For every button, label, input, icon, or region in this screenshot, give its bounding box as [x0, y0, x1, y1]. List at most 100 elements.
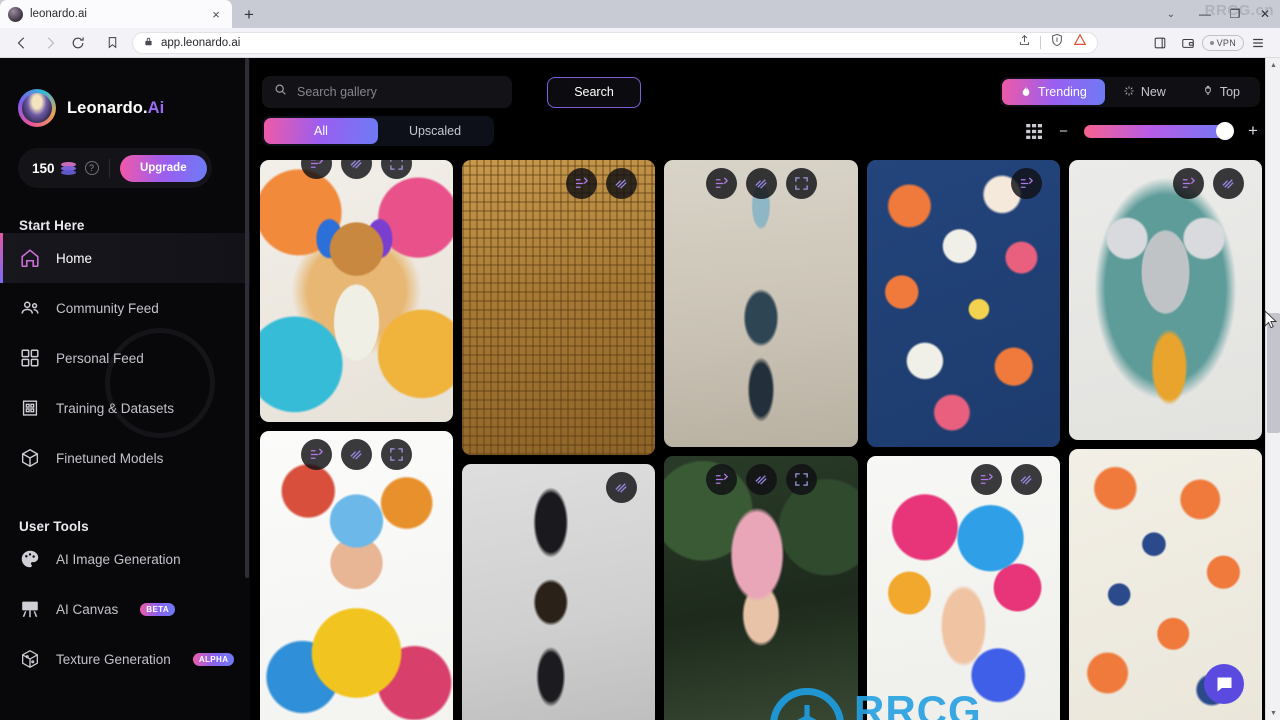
minimize-button[interactable]: —: [1190, 0, 1220, 28]
remix-icon[interactable]: [566, 168, 598, 199]
card-artwork: [866, 456, 1060, 720]
remix-icon[interactable]: [1010, 168, 1042, 199]
new-tab-button[interactable]: +: [235, 2, 263, 28]
page-scrollbar[interactable]: ▲ ▼: [1265, 58, 1280, 720]
filter-tab-group: All Upscaled: [262, 116, 494, 146]
card-artwork: [260, 431, 454, 720]
close-icon[interactable]: ×: [208, 6, 224, 22]
brave-wallet-icon[interactable]: [1174, 30, 1202, 56]
remix-icon[interactable]: [705, 464, 737, 495]
section-title-start-here: Start Here: [19, 218, 85, 233]
card-actions: [867, 464, 1042, 495]
gallery-card-rainbow-hair[interactable]: [866, 456, 1060, 720]
omnibox-actions: [1018, 33, 1087, 52]
variations-icon[interactable]: [745, 168, 777, 199]
gallery-card-papyrus[interactable]: [462, 160, 656, 455]
page-viewport: Leonardo.Ai 150 ? Upgrade Start Here Hom…: [0, 58, 1280, 720]
scroll-up-icon[interactable]: ▲: [1266, 58, 1280, 72]
sidebar-item-label: AI Image Generation: [56, 551, 181, 567]
variations-icon[interactable]: [606, 168, 638, 199]
variations-icon[interactable]: [341, 439, 373, 470]
flame-icon: [1020, 85, 1032, 100]
vpn-status-dot: [1209, 40, 1214, 45]
brand-name-accent: Ai: [147, 98, 165, 117]
expand-icon[interactable]: [381, 439, 413, 470]
search-button[interactable]: Search: [547, 76, 641, 108]
scroll-down-icon[interactable]: ▼: [1266, 706, 1280, 720]
variations-icon[interactable]: [1010, 464, 1042, 495]
grid-density-icon[interactable]: [1026, 123, 1043, 139]
sidebar-item-label: Community Feed: [56, 300, 159, 316]
zoom-out-button[interactable]: −: [1057, 123, 1070, 140]
remix-icon[interactable]: [301, 160, 333, 179]
bookmark-icon[interactable]: [98, 30, 126, 56]
gallery-card-pink-hair[interactable]: [664, 456, 858, 720]
hamburger-menu-icon[interactable]: [1244, 30, 1272, 56]
remix-icon[interactable]: [705, 168, 737, 199]
sidebar-item-community-feed[interactable]: Community Feed: [0, 283, 250, 333]
cube-icon: [19, 447, 41, 469]
address-bar[interactable]: app.leonardo.ai: [132, 31, 1098, 54]
sidebar-item-personal-feed[interactable]: Personal Feed: [0, 333, 250, 383]
variations-icon[interactable]: [745, 464, 777, 495]
leonardo-logo-icon: [18, 89, 56, 127]
upgrade-button[interactable]: Upgrade: [119, 154, 207, 182]
sidebar-item-ai-canvas[interactable]: AI Canvas BETA: [0, 584, 250, 634]
expand-icon[interactable]: [381, 160, 413, 179]
gallery-card-dark-lady[interactable]: [462, 464, 656, 720]
sidebar-item-texture-generation[interactable]: Texture Generation ALPHA: [0, 634, 250, 684]
vpn-status-badge[interactable]: VPN: [1201, 34, 1244, 51]
share-icon[interactable]: [1018, 34, 1031, 52]
tab-new[interactable]: New: [1105, 79, 1184, 105]
remix-icon[interactable]: [1173, 168, 1205, 199]
reload-icon[interactable]: [64, 30, 92, 56]
forward-icon[interactable]: [36, 30, 64, 56]
back-icon[interactable]: [8, 30, 36, 56]
zoom-in-button[interactable]: +: [1246, 121, 1260, 141]
sidebar-item-ai-image-generation[interactable]: AI Image Generation: [0, 534, 250, 584]
card-artwork: [866, 160, 1060, 447]
sidebar-scrollbar[interactable]: [245, 58, 249, 578]
gallery-card-floral-navy[interactable]: [866, 160, 1060, 447]
tab-all[interactable]: All: [264, 118, 378, 144]
gallery-card-koala[interactable]: [1068, 160, 1262, 440]
expand-icon[interactable]: [785, 464, 817, 495]
gallery-card-girl-glasses[interactable]: [260, 431, 454, 720]
sidebar-item-home[interactable]: Home: [0, 233, 250, 283]
maximize-button[interactable]: ❐: [1220, 0, 1250, 28]
chevron-down-icon[interactable]: ⌄: [1152, 0, 1190, 28]
brave-shields-icon[interactable]: [1050, 33, 1064, 52]
search-icon: [274, 83, 287, 101]
scrollbar-thumb[interactable]: [1267, 313, 1280, 433]
chat-bubble-icon[interactable]: [1204, 664, 1244, 704]
variations-icon[interactable]: [341, 160, 373, 179]
remix-icon[interactable]: [301, 439, 333, 470]
remix-icon[interactable]: [970, 464, 1002, 495]
tab-upscaled[interactable]: Upscaled: [378, 118, 492, 144]
sidebar-item-finetuned-models[interactable]: Finetuned Models: [0, 433, 250, 483]
section-title-user-tools: User Tools: [19, 519, 89, 534]
tab-top[interactable]: Top: [1184, 79, 1258, 105]
sidebar-item-training-datasets[interactable]: Training & Datasets: [0, 383, 250, 433]
gallery-card-warrior[interactable]: [664, 160, 858, 447]
sidebar-item-label: Home: [56, 250, 93, 266]
search-input[interactable]: [297, 85, 500, 99]
zoom-slider-knob[interactable]: [1216, 122, 1234, 140]
variations-icon[interactable]: [1213, 168, 1245, 199]
tab-trending[interactable]: Trending: [1001, 79, 1105, 105]
brand-logo-area[interactable]: Leonardo.Ai: [0, 58, 250, 127]
card-actions: [1069, 168, 1245, 199]
sidebar-panel-icon[interactable]: [1146, 30, 1174, 56]
card-actions: [867, 168, 1042, 199]
search-gallery-field[interactable]: [262, 76, 512, 108]
leo-ai-icon[interactable]: [1073, 33, 1087, 52]
zoom-slider[interactable]: [1084, 122, 1234, 140]
variations-icon[interactable]: [606, 472, 638, 503]
sidebar-item-label: Finetuned Models: [56, 450, 164, 466]
close-window-button[interactable]: ✕: [1250, 0, 1280, 28]
expand-icon[interactable]: [785, 168, 817, 199]
browser-tab[interactable]: leonardo.ai ×: [0, 0, 232, 28]
main-content: Search Trending New: [250, 58, 1280, 720]
question-mark-icon[interactable]: ?: [84, 161, 99, 175]
gallery-card-lion[interactable]: [260, 160, 454, 422]
